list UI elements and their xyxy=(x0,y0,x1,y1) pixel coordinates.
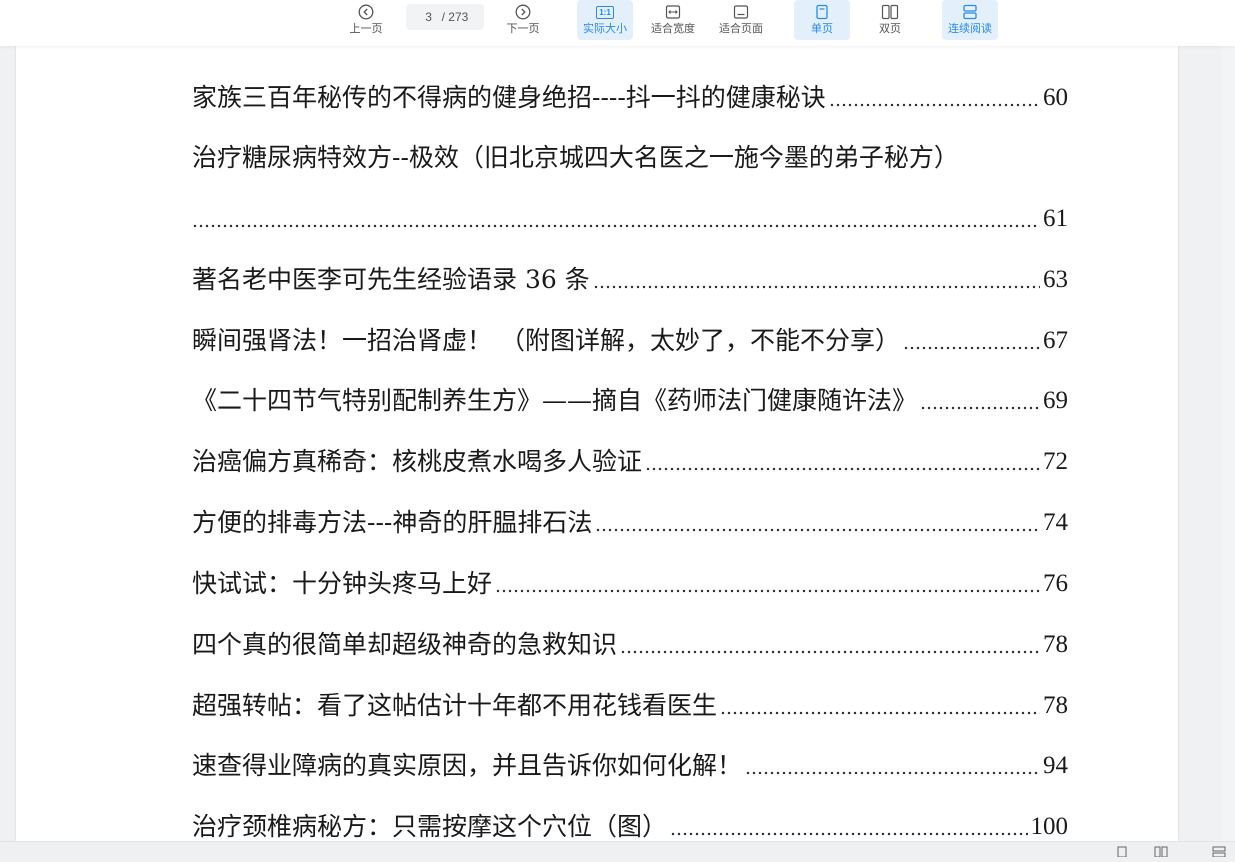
toc-title: 速查得业障病的真实原因，并且告诉你如何化解！ xyxy=(192,751,743,780)
chevron-left-circle-icon xyxy=(356,2,376,22)
leader-dots xyxy=(192,224,1040,228)
toc-row[interactable]: 方便的排毒方法---神奇的肝腽排石法 74 xyxy=(192,507,1068,539)
double-page-icon xyxy=(880,2,900,22)
toc-page-number: 69 xyxy=(1043,387,1068,414)
status-bar xyxy=(0,841,1235,858)
leader-dots xyxy=(620,650,1040,654)
fit-page-icon xyxy=(731,2,751,22)
single-page-view-icon[interactable] xyxy=(1116,844,1130,858)
toc-row[interactable]: 治疗糖尿病特效方--极效（旧北京城四大名医之一施今墨的弟子秘方） xyxy=(192,142,1068,174)
pdf-page: 家族三百年秘传的不得病的健身绝招----抖一抖的健康秘诀 60 治疗糖尿病特效方… xyxy=(16,0,1178,841)
toc-title: 瞬间强肾法！一招治肾虚！ （附图详解，太妙了，不能不分享） xyxy=(192,326,900,355)
toc-title: 治疗颈椎病秘方：只需按摩这个穴位（图） xyxy=(192,812,668,841)
toc-row[interactable]: 著名老中医李可先生经验语录 36 条 63 xyxy=(192,264,1068,296)
toc-page-number: 60 xyxy=(1043,84,1068,111)
leader-dots xyxy=(745,771,1040,775)
leader-dots xyxy=(595,528,1040,532)
total-pages: / 273 xyxy=(441,10,469,24)
toc-title: 四个真的很简单却超级神奇的急救知识 xyxy=(192,630,618,659)
leader-dots xyxy=(495,589,1040,593)
toc-page-number: 72 xyxy=(1043,448,1068,475)
toc-page-number: 76 xyxy=(1043,570,1068,597)
toc-page-number: 74 xyxy=(1043,509,1068,536)
continuous-view-icon[interactable] xyxy=(1212,844,1226,858)
next-page-button[interactable]: 下一页 xyxy=(501,0,545,40)
toc-row[interactable]: 《二十四节气特别配制养生方》——摘自《药师法门健康随许法》 69 xyxy=(192,385,1068,417)
prev-page-button[interactable]: 上一页 xyxy=(344,0,388,40)
toc-row[interactable]: 超强转帖：看了这帖估计十年都不用花钱看医生 78 xyxy=(192,690,1068,722)
document-viewer: 家族三百年秘传的不得病的健身绝招----抖一抖的健康秘诀 60 治疗糖尿病特效方… xyxy=(0,0,1235,855)
leader-dots xyxy=(920,406,1040,410)
continuous-reading-button[interactable]: 连续阅读 xyxy=(942,0,998,40)
toc-title: 快试试：十分钟头疼马上好 xyxy=(192,569,493,598)
leader-dots xyxy=(828,103,1040,107)
toc-page-number: 100 xyxy=(1030,813,1069,840)
fit-width-icon xyxy=(663,2,683,22)
fit-width-button[interactable]: 适合宽度 xyxy=(645,0,701,40)
toc-page-number: 94 xyxy=(1043,752,1068,779)
continuous-scroll-icon xyxy=(960,2,980,22)
toc-page-number: 67 xyxy=(1043,327,1068,354)
toc-row[interactable]: 瞬间强肾法！一招治肾虚！ （附图详解，太妙了，不能不分享） 67 xyxy=(192,325,1068,357)
page-number-box[interactable]: / 273 xyxy=(406,4,484,30)
toc-page-number: 61 xyxy=(1043,205,1068,232)
fit-page-button[interactable]: 适合页面 xyxy=(713,0,769,40)
toc-title: 方便的排毒方法---神奇的肝腽排石法 xyxy=(192,508,593,537)
toc-title: 《二十四节气特别配制养生方》——摘自《药师法门健康随许法》 xyxy=(192,386,918,415)
toc-page-number: 63 xyxy=(1043,266,1068,293)
toc-title: 著名老中医李可先生经验语录 36 条 xyxy=(192,265,590,294)
leader-dots xyxy=(592,285,1040,289)
toc-row[interactable]: 家族三百年秘传的不得病的健身绝招----抖一抖的健康秘诀 60 xyxy=(192,82,1068,114)
toc-title: 家族三百年秘传的不得病的健身绝招----抖一抖的健康秘诀 xyxy=(192,83,826,112)
toc-title: 超强转帖：看了这帖估计十年都不用花钱看医生 xyxy=(192,691,718,720)
single-page-button[interactable]: 单页 xyxy=(794,0,850,40)
leader-dots xyxy=(645,467,1040,471)
actual-size-button[interactable]: 1:1 实际大小 xyxy=(577,0,633,40)
toc-row[interactable]: 四个真的很简单却超级神奇的急救知识 78 xyxy=(192,629,1068,661)
toc-row[interactable]: 速查得业障病的真实原因，并且告诉你如何化解！ 94 xyxy=(192,750,1068,782)
double-page-button[interactable]: 双页 xyxy=(862,0,918,40)
chevron-right-circle-icon xyxy=(513,2,533,22)
toc-page-number: 78 xyxy=(1043,692,1068,719)
actual-size-icon: 1:1 xyxy=(595,2,615,22)
leader-dots xyxy=(902,346,1040,350)
scrollbar[interactable] xyxy=(1221,46,1235,841)
toc-row[interactable]: 快试试：十分钟头疼马上好 76 xyxy=(192,568,1068,600)
toc-row[interactable]: 治癌偏方真稀奇：核桃皮煮水喝多人验证 72 xyxy=(192,446,1068,478)
single-page-icon xyxy=(812,2,832,22)
current-page-input[interactable] xyxy=(421,10,436,24)
toc-page-number: 78 xyxy=(1043,631,1068,658)
toc-row[interactable]: 治疗颈椎病秘方：只需按摩这个穴位（图） 100 xyxy=(192,811,1068,841)
leader-dots xyxy=(720,711,1040,715)
toc-title: 治疗糖尿病特效方--极效（旧北京城四大名医之一施今墨的弟子秘方） xyxy=(192,143,959,172)
toc-row[interactable]: 61 xyxy=(192,203,1068,235)
leader-dots xyxy=(670,832,1028,836)
double-page-view-icon[interactable] xyxy=(1154,844,1168,858)
toc-title: 治癌偏方真稀奇：核桃皮煮水喝多人验证 xyxy=(192,447,643,476)
viewer-toolbar: 上一页 / 273 下一页 1:1 实际大小 适合宽度 适合页面 单页 xyxy=(0,0,1235,46)
